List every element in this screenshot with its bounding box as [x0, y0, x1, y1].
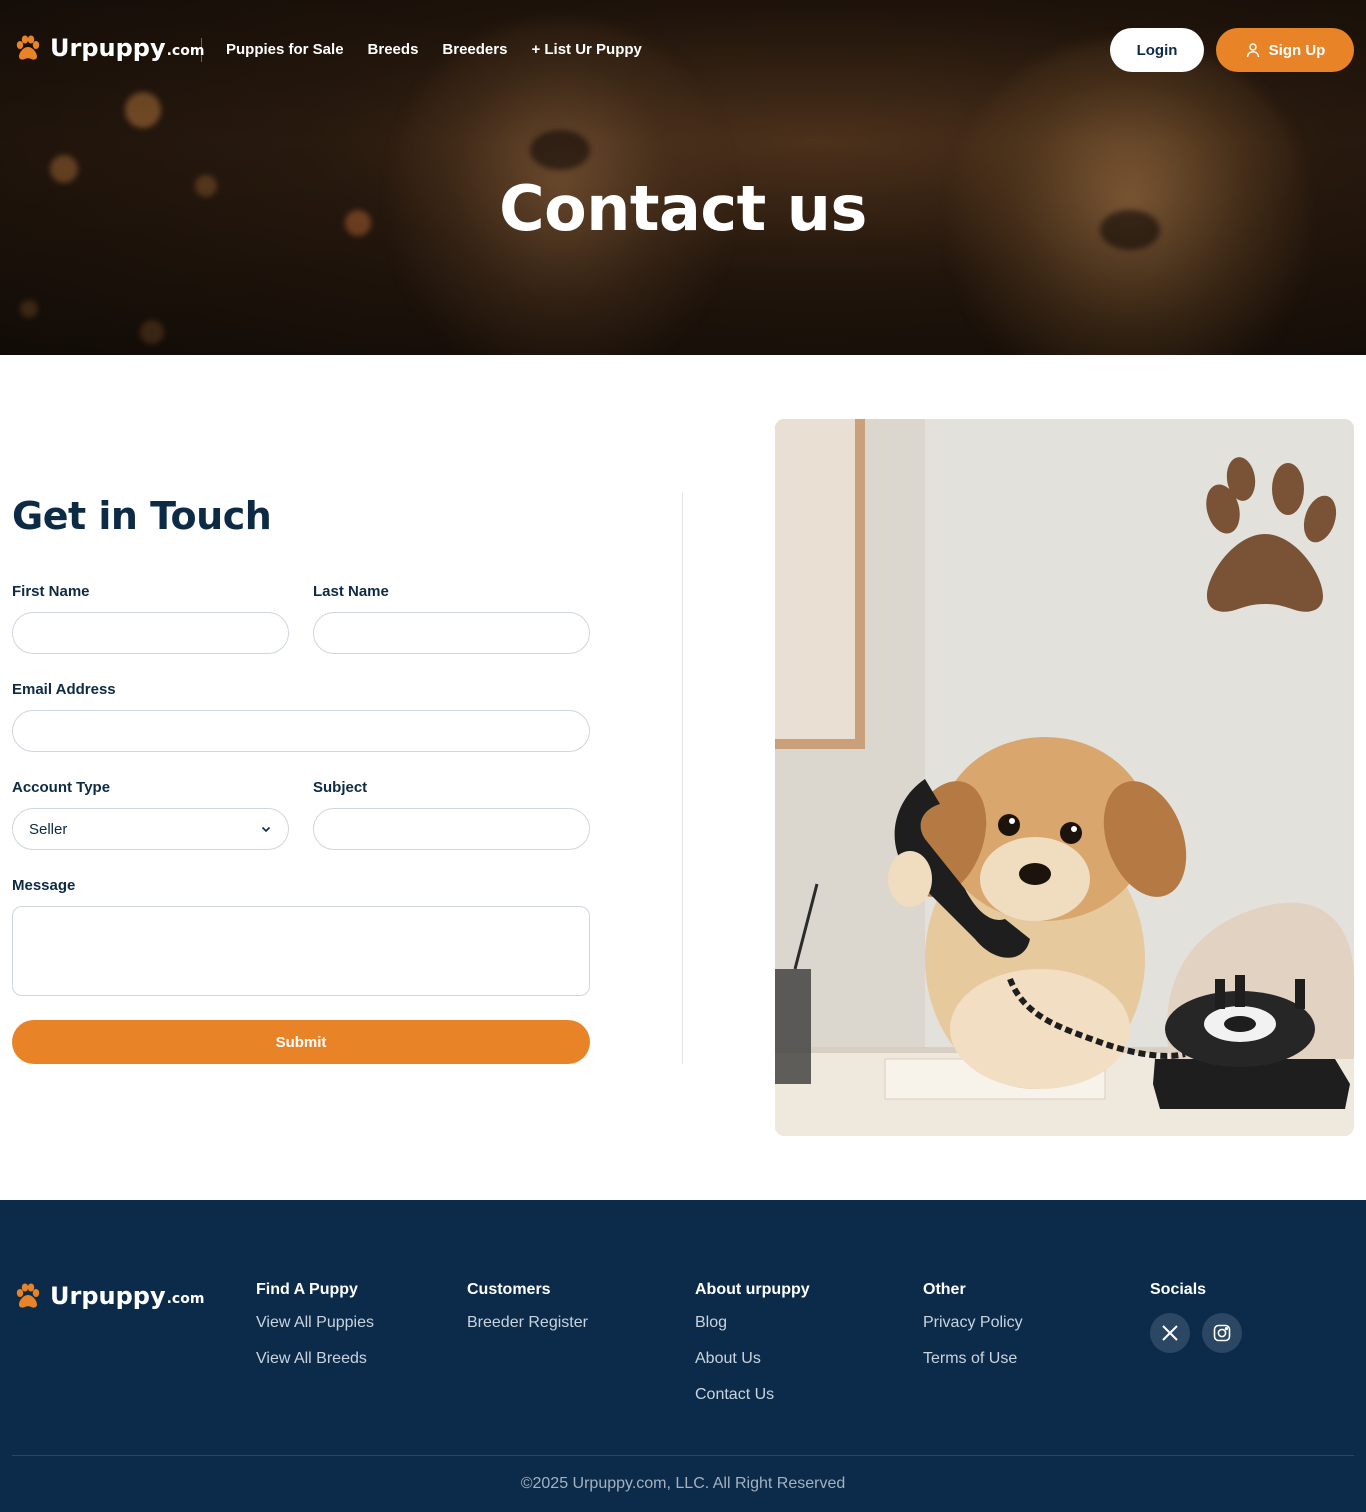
account-type-label: Account Type — [12, 779, 111, 796]
paw-icon — [16, 1283, 40, 1308]
footer-brand-tld: .com — [166, 1291, 205, 1307]
last-name-input[interactable] — [313, 612, 590, 654]
paw-icon — [16, 35, 40, 60]
footer-col-title: Socials — [1150, 1281, 1207, 1298]
user-icon — [1246, 43, 1259, 58]
footer-link-view-all-breeds[interactable]: View All Breeds — [256, 1349, 374, 1369]
nav-list-ur-puppy[interactable]: + List Ur Puppy — [531, 40, 641, 60]
footer-col-about: About urpuppy Blog About Us Contact Us — [695, 1280, 810, 1421]
x-icon — [1162, 1325, 1178, 1341]
message-textarea[interactable] — [12, 906, 590, 996]
instagram-social-button[interactable] — [1202, 1313, 1242, 1353]
vertical-divider — [682, 492, 683, 1064]
brand-tld: .com — [166, 43, 205, 59]
footer-col-title: About urpuppy — [695, 1281, 810, 1298]
footer-col-socials: Socials — [1150, 1280, 1242, 1353]
first-name-label: First Name — [12, 583, 90, 600]
nav-breeds[interactable]: Breeds — [368, 40, 419, 60]
signup-label: Sign Up — [1268, 41, 1326, 59]
social-links — [1150, 1313, 1242, 1353]
nav-links: Puppies for Sale Breeds Breeders + List … — [226, 40, 642, 60]
footer-link-contact-us[interactable]: Contact Us — [695, 1385, 810, 1405]
subject-input[interactable] — [313, 808, 590, 850]
footer-col-title: Other — [923, 1281, 966, 1298]
chevron-down-icon — [261, 826, 271, 833]
subject-label: Subject — [313, 779, 368, 796]
message-label: Message — [12, 877, 76, 894]
site-logo[interactable]: Urpuppy .com — [14, 34, 204, 62]
footer-col-title: Customers — [467, 1281, 551, 1298]
footer-col-title: Find A Puppy — [256, 1281, 358, 1298]
first-name-input[interactable] — [12, 612, 289, 654]
nav-divider — [201, 38, 202, 62]
footer-col-other: Other Privacy Policy Terms of Use — [923, 1280, 1023, 1385]
nav-puppies-for-sale[interactable]: Puppies for Sale — [226, 40, 344, 60]
form-heading: Get in Touch — [12, 494, 272, 538]
footer-col-find-a-puppy: Find A Puppy View All Puppies View All B… — [256, 1280, 374, 1385]
x-social-button[interactable] — [1150, 1313, 1190, 1353]
footer-link-breeder-register[interactable]: Breeder Register — [467, 1313, 588, 1333]
account-type-select[interactable]: Seller — [12, 808, 289, 850]
copyright-text: ©2025 Urpuppy.com, LLC. All Right Reserv… — [520, 1475, 846, 1492]
puppy-phone-image — [775, 419, 1354, 1136]
page-title: Contact us — [499, 172, 867, 245]
signup-button[interactable]: Sign Up — [1216, 28, 1354, 72]
brand-name: Urpuppy — [50, 34, 166, 62]
email-input[interactable] — [12, 710, 590, 752]
footer-link-terms-of-use[interactable]: Terms of Use — [923, 1349, 1023, 1369]
footer-divider — [12, 1455, 1354, 1456]
footer-brand-name: Urpuppy — [50, 1282, 166, 1310]
last-name-label: Last Name — [313, 583, 389, 600]
instagram-icon — [1213, 1324, 1231, 1342]
footer-link-blog[interactable]: Blog — [695, 1313, 810, 1333]
puppy-phone-illustration — [775, 419, 1354, 1136]
footer-logo[interactable]: Urpuppy .com — [14, 1282, 204, 1310]
footer-link-privacy-policy[interactable]: Privacy Policy — [923, 1313, 1023, 1333]
footer-link-about-us[interactable]: About Us — [695, 1349, 810, 1369]
top-navbar: Urpuppy .com Puppies for Sale Breeds Bre… — [0, 0, 1366, 100]
submit-button[interactable]: Submit — [12, 1020, 590, 1064]
login-button[interactable]: Login — [1110, 28, 1204, 72]
footer-col-customers: Customers Breeder Register — [467, 1280, 588, 1349]
account-type-value: Seller — [29, 820, 68, 838]
site-footer: Urpuppy .com Find A Puppy View All Puppi… — [0, 1200, 1366, 1512]
email-label: Email Address — [12, 681, 116, 698]
nav-breeders[interactable]: Breeders — [442, 40, 507, 60]
footer-link-view-all-puppies[interactable]: View All Puppies — [256, 1313, 374, 1333]
